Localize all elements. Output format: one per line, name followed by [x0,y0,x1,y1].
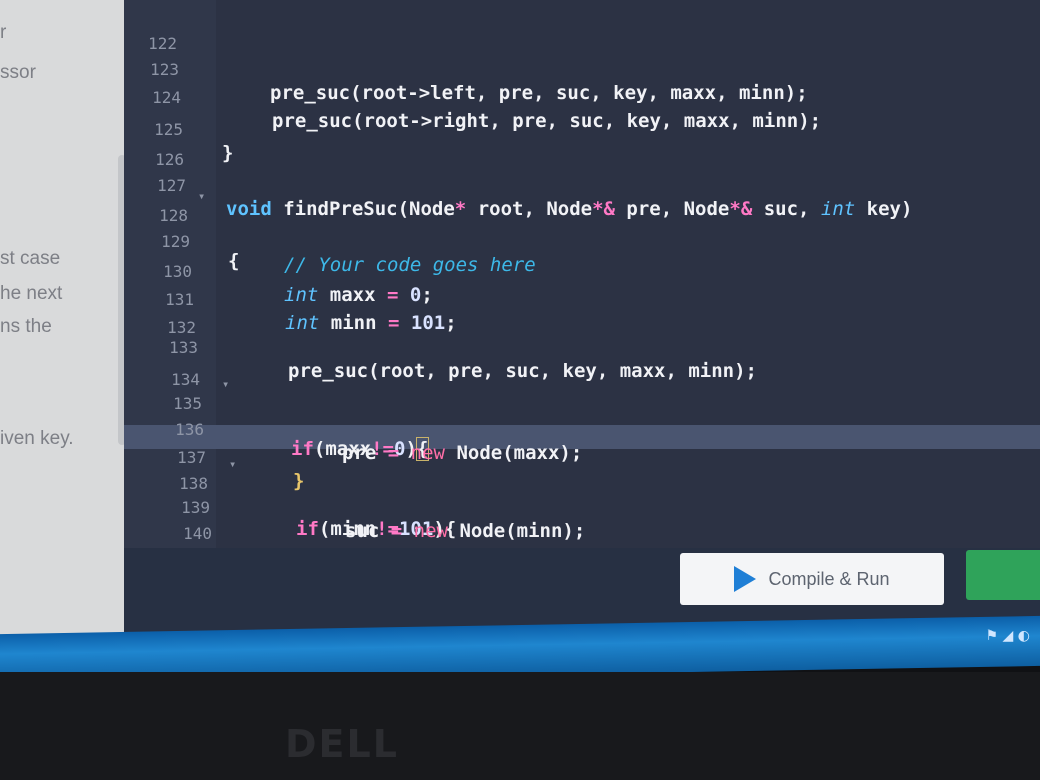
tray-flag-icon[interactable]: ⚑ [986,628,999,644]
code-line: 135 ▾ if(maxx!=0){ [0,372,1040,461]
code-line: 136 pre = new Node(maxx); [0,398,1040,464]
code-line: 129 // Your code goes here [0,210,1040,276]
code-line: 137 } [0,426,1040,492]
code-line: 134 [0,348,1040,389]
code-line: 123 pre_suc(root->left, pre, suc, key, m… [0,38,1040,104]
code-line: 127 void findPreSuc(Node* root, Node*& p… [0,154,1040,220]
monitor-bezel [0,672,1040,780]
submit-button[interactable] [966,550,1040,600]
compile-run-label: Compile & Run [768,568,890,589]
code-line: 125 } [0,98,1040,164]
network-icon[interactable]: ◢ [1003,628,1014,644]
fold-marker-icon[interactable]: ▾ [222,377,229,391]
code-line: 140 } [0,502,1040,568]
play-icon [734,566,757,592]
code-line: 126 [0,128,1040,169]
code-line: 133 pre_suc(root, pre, suc, key, maxx, m… [0,316,1040,382]
volume-icon[interactable]: ◐ [1018,628,1030,644]
system-tray[interactable]: ⚑ ◢ ◐ [986,628,1030,644]
code-line: 122 [0,12,1040,53]
dell-logo: DELL [285,722,399,766]
code-line: 139 suc = new Node(minn); [0,476,1040,542]
code-line: 131 int minn = 101; [0,268,1040,334]
code-line: 130 int maxx = 0; [0,240,1040,306]
compile-run-button[interactable]: Compile & Run [680,553,944,605]
code-line: 124 pre_suc(root->right, pre, suc, key, … [0,66,1040,132]
fold-marker-icon[interactable]: ▾ [229,457,236,471]
fold-marker-icon[interactable]: ▾ [198,189,205,203]
code-line: 138 ▾ if(minn!=101){ [0,452,1040,540]
code-line: 128 ▾ { [0,184,1040,272]
